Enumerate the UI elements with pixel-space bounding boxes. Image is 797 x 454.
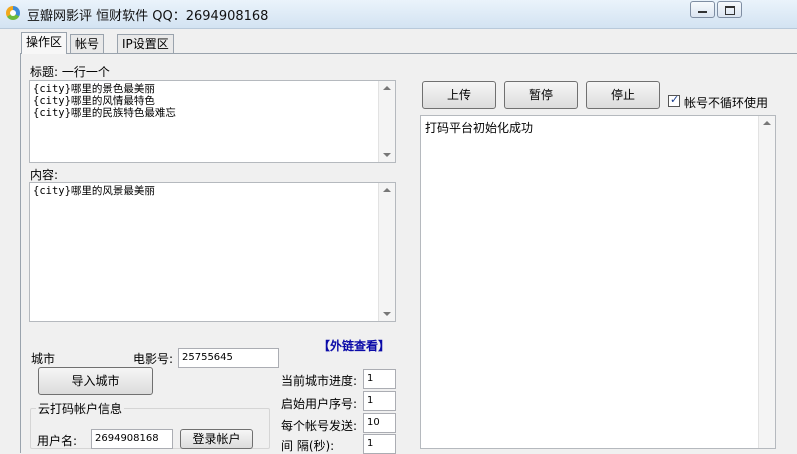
scroll-up-arrow-icon[interactable] [763, 121, 771, 125]
title-textarea[interactable]: {city}哪里的景色最美丽 {city}哪里的风情最特色 {city}哪里的民… [29, 80, 396, 163]
start-user-label: 启始用户序号: [281, 397, 358, 411]
per-account-label: 每个帐号发送: [281, 419, 358, 433]
tab-ip-settings[interactable]: IP设置区 [117, 34, 174, 53]
scroll-down-arrow-icon[interactable] [383, 312, 391, 316]
title-scrollbar[interactable] [378, 81, 395, 162]
scroll-down-arrow-icon[interactable] [383, 153, 391, 157]
content-label: 内容: [30, 168, 59, 182]
title-label: 标题: 一行一个 [30, 65, 110, 79]
no-loop-label: 帐号不循环使用 [684, 96, 769, 110]
maximize-button[interactable] [717, 1, 742, 18]
window-title: 豆瓣网影评 恒财软件 QQ：2694908168 [27, 9, 269, 24]
city-progress-input[interactable]: 1 [363, 369, 396, 389]
city-progress-label: 当前城市进度: [281, 374, 358, 388]
no-loop-checkbox[interactable] [668, 93, 680, 107]
content-textarea[interactable]: {city}哪里的风景最美丽 [29, 182, 396, 322]
username-input[interactable]: 2694908168 [91, 429, 173, 449]
content-scrollbar[interactable] [378, 183, 395, 321]
title-line: {city}哪里的民族特色最难忘 [33, 107, 176, 119]
interval-input[interactable]: 1 [363, 434, 396, 454]
app-logo-icon [6, 6, 20, 20]
scroll-up-arrow-icon[interactable] [383, 188, 391, 192]
content-line: {city}哪里的风景最美丽 [33, 185, 155, 197]
title-line: {city}哪里的景色最美丽 [33, 83, 155, 95]
log-panel: 打码平台初始化成功 [420, 115, 776, 449]
title-line: {city}哪里的风情最特色 [33, 95, 155, 107]
movie-id-label: 电影号: [133, 352, 174, 366]
minimize-button[interactable] [690, 1, 715, 18]
log-line: 打码平台初始化成功 [425, 121, 534, 135]
username-label: 用户名: [37, 434, 78, 448]
tab-account[interactable]: 帐号 [70, 34, 105, 53]
city-label: 城市 [31, 352, 56, 366]
pause-button[interactable]: 暂停 [504, 81, 578, 109]
login-button[interactable]: 登录帐户 [180, 429, 253, 449]
start-user-input[interactable]: 1 [363, 391, 396, 411]
stop-button[interactable]: 停止 [586, 81, 660, 109]
per-account-input[interactable]: 10 [363, 413, 396, 433]
interval-label: 间 隔(秒): [281, 439, 335, 453]
log-scrollbar[interactable] [758, 116, 775, 448]
movie-id-input[interactable]: 25755645 [178, 348, 279, 368]
tab-operation[interactable]: 操作区 [21, 32, 68, 54]
scroll-up-arrow-icon[interactable] [383, 86, 391, 90]
import-city-button[interactable]: 导入城市 [38, 367, 153, 395]
external-link[interactable]: 【外链查看】 [318, 337, 390, 354]
upload-button[interactable]: 上传 [422, 81, 496, 109]
title-bar: 豆瓣网影评 恒财软件 QQ：2694908168 [0, 0, 797, 29]
captcha-account-label: 云打码帐户信息 [36, 400, 125, 417]
